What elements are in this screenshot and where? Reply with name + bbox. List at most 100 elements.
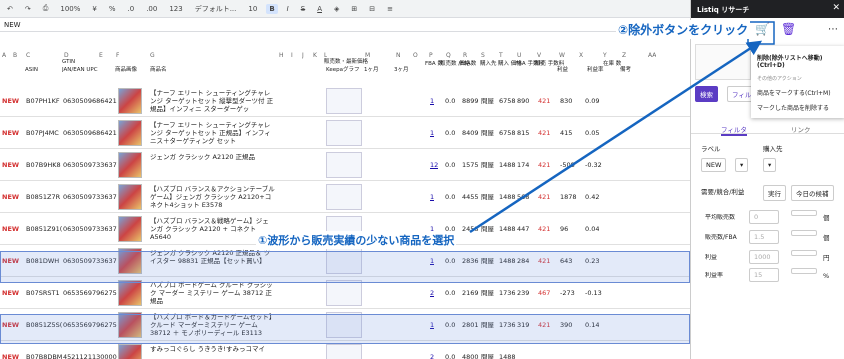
row-fba-link[interactable]: 1: [430, 97, 434, 105]
header-m3: 3ヶ月: [394, 67, 409, 73]
row-product-name: ジェンガ クラシック A2120 正規品: [150, 153, 256, 161]
search-button[interactable]: 検索: [695, 86, 718, 102]
profit-min-input[interactable]: 1000: [749, 250, 779, 264]
column-letter[interactable]: G: [150, 52, 155, 60]
row-fba-link[interactable]: 2: [430, 289, 434, 297]
label-select[interactable]: NEW: [701, 158, 727, 172]
zoom-select[interactable]: 100%: [57, 4, 83, 14]
row-asin: B0851Z91(: [26, 225, 63, 233]
header-asin: ASIN: [25, 67, 38, 73]
column-letter[interactable]: V: [537, 52, 541, 60]
tab-filter[interactable]: フィルタ: [721, 124, 747, 136]
decimal-inc-button[interactable]: .00: [143, 4, 160, 14]
row-rate: -0.13: [585, 289, 602, 297]
avg-min-input[interactable]: 0: [749, 210, 779, 224]
buy-select-chevron-icon[interactable]: ▾: [763, 158, 777, 172]
cell-reference: NEW: [4, 21, 21, 29]
column-letter[interactable]: J: [302, 52, 304, 60]
print-icon[interactable]: ⎙: [40, 3, 52, 14]
italic-button[interactable]: I: [284, 4, 292, 14]
column-letter[interactable]: O: [413, 52, 418, 60]
today-button[interactable]: 今日の候補: [791, 185, 834, 201]
menu-item-mark[interactable]: 商品をマークする(Ctrl+M): [755, 85, 841, 100]
font-select[interactable]: デフォルト...: [192, 3, 240, 15]
more-icon[interactable]: ⋯: [828, 24, 838, 35]
fba-max-input[interactable]: [791, 230, 817, 236]
column-letter[interactable]: P: [429, 52, 433, 60]
close-icon[interactable]: ✕: [832, 3, 840, 13]
search-input[interactable]: [695, 44, 751, 80]
rate-max-input[interactable]: [791, 268, 817, 274]
row-fba-link[interactable]: 12: [430, 161, 438, 169]
column-letter[interactable]: N: [396, 52, 401, 60]
menu-item-delete-marked[interactable]: マークした商品を削除する: [755, 100, 841, 115]
row-tag: NEW: [2, 129, 20, 137]
profit-max-input[interactable]: [791, 250, 817, 256]
column-letter[interactable]: W: [559, 52, 565, 60]
column-letter[interactable]: E: [99, 52, 103, 60]
panel-title: Listiq リサーチ: [691, 0, 844, 18]
fill-color-icon[interactable]: ◈: [331, 4, 342, 14]
delete-button[interactable]: 🗑: [781, 22, 799, 40]
product-thumbnail: [118, 216, 142, 242]
row-cost: 1488: [499, 353, 516, 359]
text-color-button[interactable]: A: [314, 4, 325, 14]
cart-icon[interactable]: 🛒: [755, 22, 777, 40]
header-graph: 販売数・最新価格: [324, 59, 369, 65]
row-fba-link[interactable]: 1: [430, 129, 434, 137]
column-letter[interactable]: AA: [648, 52, 656, 60]
redo-icon[interactable]: ↷: [22, 4, 34, 14]
column-letter[interactable]: H: [279, 52, 284, 60]
row-buy: 問屋: [481, 161, 494, 169]
rate-min-input[interactable]: 15: [749, 268, 779, 282]
column-letter[interactable]: R: [463, 52, 467, 60]
row-ratio: 0.0: [445, 129, 456, 137]
merge-icon[interactable]: ⊟: [366, 4, 378, 14]
tab-link[interactable]: リンク: [791, 124, 811, 134]
row-cost: 1736: [499, 289, 516, 297]
column-letter[interactable]: A: [2, 52, 6, 60]
row-buy: 問屋: [481, 193, 494, 201]
percent-button[interactable]: %: [106, 4, 119, 14]
avg-max-input[interactable]: [791, 210, 817, 216]
row-asin: B07B9HK8: [26, 161, 61, 169]
column-letter[interactable]: Y: [603, 52, 607, 60]
align-icon[interactable]: ≡: [384, 4, 396, 14]
column-letter[interactable]: X: [579, 52, 583, 60]
row-fba-link[interactable]: 1: [430, 193, 434, 201]
menu-item-delete[interactable]: 削除(除外リストへ移動) (Ctrl+D): [755, 50, 841, 72]
column-letter[interactable]: K: [313, 52, 317, 60]
column-letter[interactable]: I: [291, 52, 293, 60]
row-buy: 問屋: [481, 289, 494, 297]
column-letter[interactable]: S: [481, 52, 485, 60]
fba-min-input[interactable]: 1.5: [749, 230, 779, 244]
font-size-select[interactable]: 10: [245, 4, 260, 14]
row-tag: NEW: [2, 225, 20, 233]
row-price: 4455: [462, 193, 479, 201]
header-jan: JAN/EAN UPC: [62, 67, 98, 73]
run-button[interactable]: 実行: [763, 185, 786, 201]
column-letter[interactable]: Q: [446, 52, 451, 60]
borders-icon[interactable]: ⊞: [348, 4, 360, 14]
column-letter[interactable]: U: [517, 52, 521, 60]
undo-icon[interactable]: ↶: [4, 4, 16, 14]
row-cost: 6758: [499, 129, 516, 137]
keepa-graph: [326, 88, 362, 114]
format-button[interactable]: 123: [166, 4, 185, 14]
strike-button[interactable]: S: [298, 4, 308, 14]
annotation-step2: ②除外ボタンをクリック: [616, 20, 751, 39]
row-fba-link[interactable]: 2: [430, 353, 434, 359]
column-letter[interactable]: B: [13, 52, 17, 60]
bold-button[interactable]: B: [266, 3, 278, 14]
decimal-dec-button[interactable]: .0: [125, 4, 138, 14]
row-price: 2458: [462, 225, 479, 233]
column-letter[interactable]: T: [499, 52, 503, 60]
chevron-down-icon[interactable]: ▾: [735, 158, 749, 172]
row-fee2: 467: [538, 289, 551, 297]
column-letter[interactable]: F: [116, 52, 119, 60]
currency-button[interactable]: ¥: [89, 4, 99, 14]
row-fee: 815: [517, 129, 530, 137]
row-ratio: 0.0: [445, 193, 456, 201]
column-letter[interactable]: Z: [622, 52, 626, 60]
column-letter[interactable]: C: [26, 52, 30, 60]
